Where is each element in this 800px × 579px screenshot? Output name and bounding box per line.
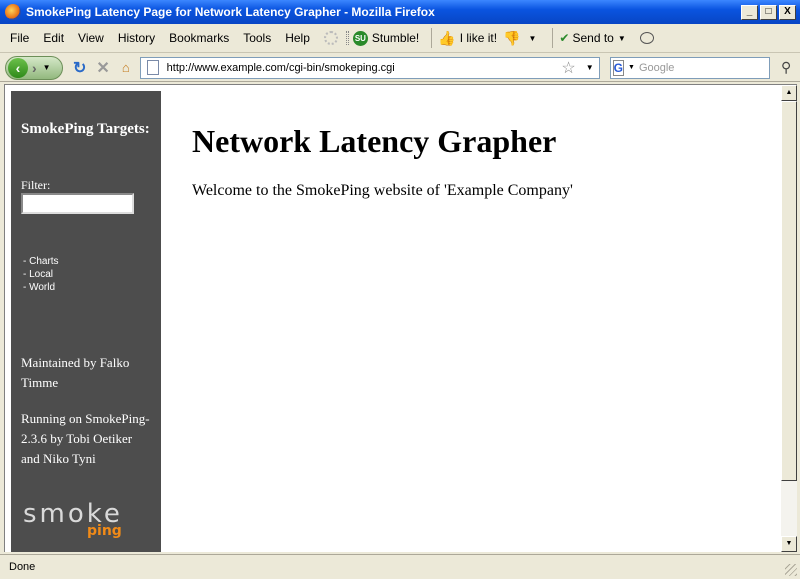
back-button[interactable]: ‹ — [8, 57, 28, 78]
menu-tools[interactable]: Tools — [243, 31, 271, 45]
target-link-world[interactable]: - World — [23, 281, 59, 294]
window-title: SmokePing Latency Page for Network Laten… — [26, 5, 435, 19]
search-bar[interactable]: G ▼ ⚲ — [609, 56, 791, 79]
stumbleupon-icon: SU — [352, 30, 368, 46]
back-forward-group: ‹ › ▼ — [5, 55, 63, 80]
target-list: - Charts - Local - World — [23, 255, 59, 294]
ilike-label: I like it! — [459, 31, 498, 45]
throbber-icon — [323, 31, 338, 45]
minimize-button[interactable]: _ — [741, 4, 758, 20]
home-icon[interactable]: ⌂ — [122, 60, 130, 75]
menu-help[interactable]: Help — [285, 31, 310, 45]
thumbs-up-icon: 👍 — [438, 29, 456, 46]
dislike-button[interactable]: 👎 ▼ — [503, 30, 540, 47]
scroll-thumb[interactable] — [781, 101, 797, 481]
ilike-button[interactable]: 👍 I like it! — [438, 30, 497, 47]
toolbar-grip[interactable] — [345, 31, 349, 45]
forward-button[interactable]: › — [32, 60, 37, 76]
url-bar[interactable]: http://www.example.com/cgi-bin/smokeping… — [139, 56, 600, 79]
reload-icon[interactable]: ↻ — [73, 58, 86, 78]
bookmark-star-icon[interactable]: ☆ — [561, 58, 575, 78]
menu-bar: File Edit View History Bookmarks Tools H… — [0, 24, 800, 53]
scroll-down-button[interactable]: ▼ — [781, 536, 797, 552]
chevron-down-icon: ▼ — [617, 33, 626, 43]
close-button[interactable]: X — [779, 4, 796, 20]
page-title: Network Latency Grapher — [192, 123, 557, 159]
menu-file[interactable]: File — [10, 31, 29, 45]
filter-input[interactable] — [21, 193, 134, 214]
search-icon[interactable]: ⚲ — [781, 59, 791, 76]
status-bar: Done — [0, 554, 800, 579]
menu-edit[interactable]: Edit — [43, 31, 64, 45]
toolbar-divider — [552, 28, 554, 48]
smokeping-logo[interactable]: smoke ping — [23, 501, 148, 541]
send-icon: ✔ — [559, 31, 570, 45]
stop-icon[interactable]: ✕ — [96, 58, 109, 78]
filter-label: Filter: — [21, 178, 51, 192]
sendto-label: Send to — [572, 31, 614, 45]
url-dropdown-icon[interactable]: ▼ — [586, 63, 594, 72]
smokeping-sidebar: SmokePing Targets: Filter: - Charts - Lo… — [11, 91, 161, 552]
page-content: SmokePing Targets: Filter: - Charts - Lo… — [4, 84, 781, 552]
stumble-button[interactable]: SU Stumble! — [352, 30, 420, 46]
logo-ping-text: ping — [87, 523, 122, 539]
page-icon — [146, 60, 159, 75]
chevron-down-icon: ▼ — [528, 33, 537, 43]
search-engine-dropdown-icon[interactable]: ▼ — [628, 64, 635, 71]
scroll-up-button[interactable]: ▲ — [781, 85, 797, 101]
running-on-text: Running on SmokePing-2.3.6 by Tobi Oetik… — [21, 411, 150, 466]
thumbs-down-icon: 👎 — [503, 29, 521, 46]
welcome-text: Welcome to the SmokePing website of 'Exa… — [192, 182, 573, 199]
comment-bubble-icon[interactable] — [639, 32, 654, 44]
vertical-scrollbar[interactable]: ▲ ▼ — [781, 84, 797, 552]
navigation-bar: ‹ › ▼ ↻ ✕ ⌂ http://www.example.com/cgi-b… — [0, 54, 800, 82]
resize-grip-icon[interactable] — [785, 564, 797, 576]
maintainer-text: Maintained by Falko Timme — [21, 355, 130, 390]
toolbar-divider — [431, 28, 433, 48]
search-input[interactable] — [638, 58, 781, 77]
sidebar-title: SmokePing Targets: — [21, 121, 150, 137]
maximize-button[interactable]: □ — [760, 4, 777, 20]
firefox-icon — [5, 4, 21, 20]
menu-history[interactable]: History — [118, 31, 155, 45]
menu-bookmarks[interactable]: Bookmarks — [169, 31, 229, 45]
stumble-label: Stumble! — [371, 31, 420, 45]
history-dropdown-icon[interactable]: ▼ — [43, 63, 51, 72]
window-titlebar[interactable]: SmokePing Latency Page for Network Laten… — [0, 0, 800, 24]
menu-view[interactable]: View — [78, 31, 104, 45]
url-input[interactable]: http://www.example.com/cgi-bin/smokeping… — [167, 62, 562, 74]
target-link-charts[interactable]: - Charts — [23, 255, 59, 268]
status-text: Done — [9, 561, 36, 573]
target-link-local[interactable]: - Local — [23, 268, 59, 281]
google-icon[interactable]: G — [612, 59, 625, 76]
sendto-button[interactable]: ✔ Send to ▼ — [559, 31, 629, 45]
